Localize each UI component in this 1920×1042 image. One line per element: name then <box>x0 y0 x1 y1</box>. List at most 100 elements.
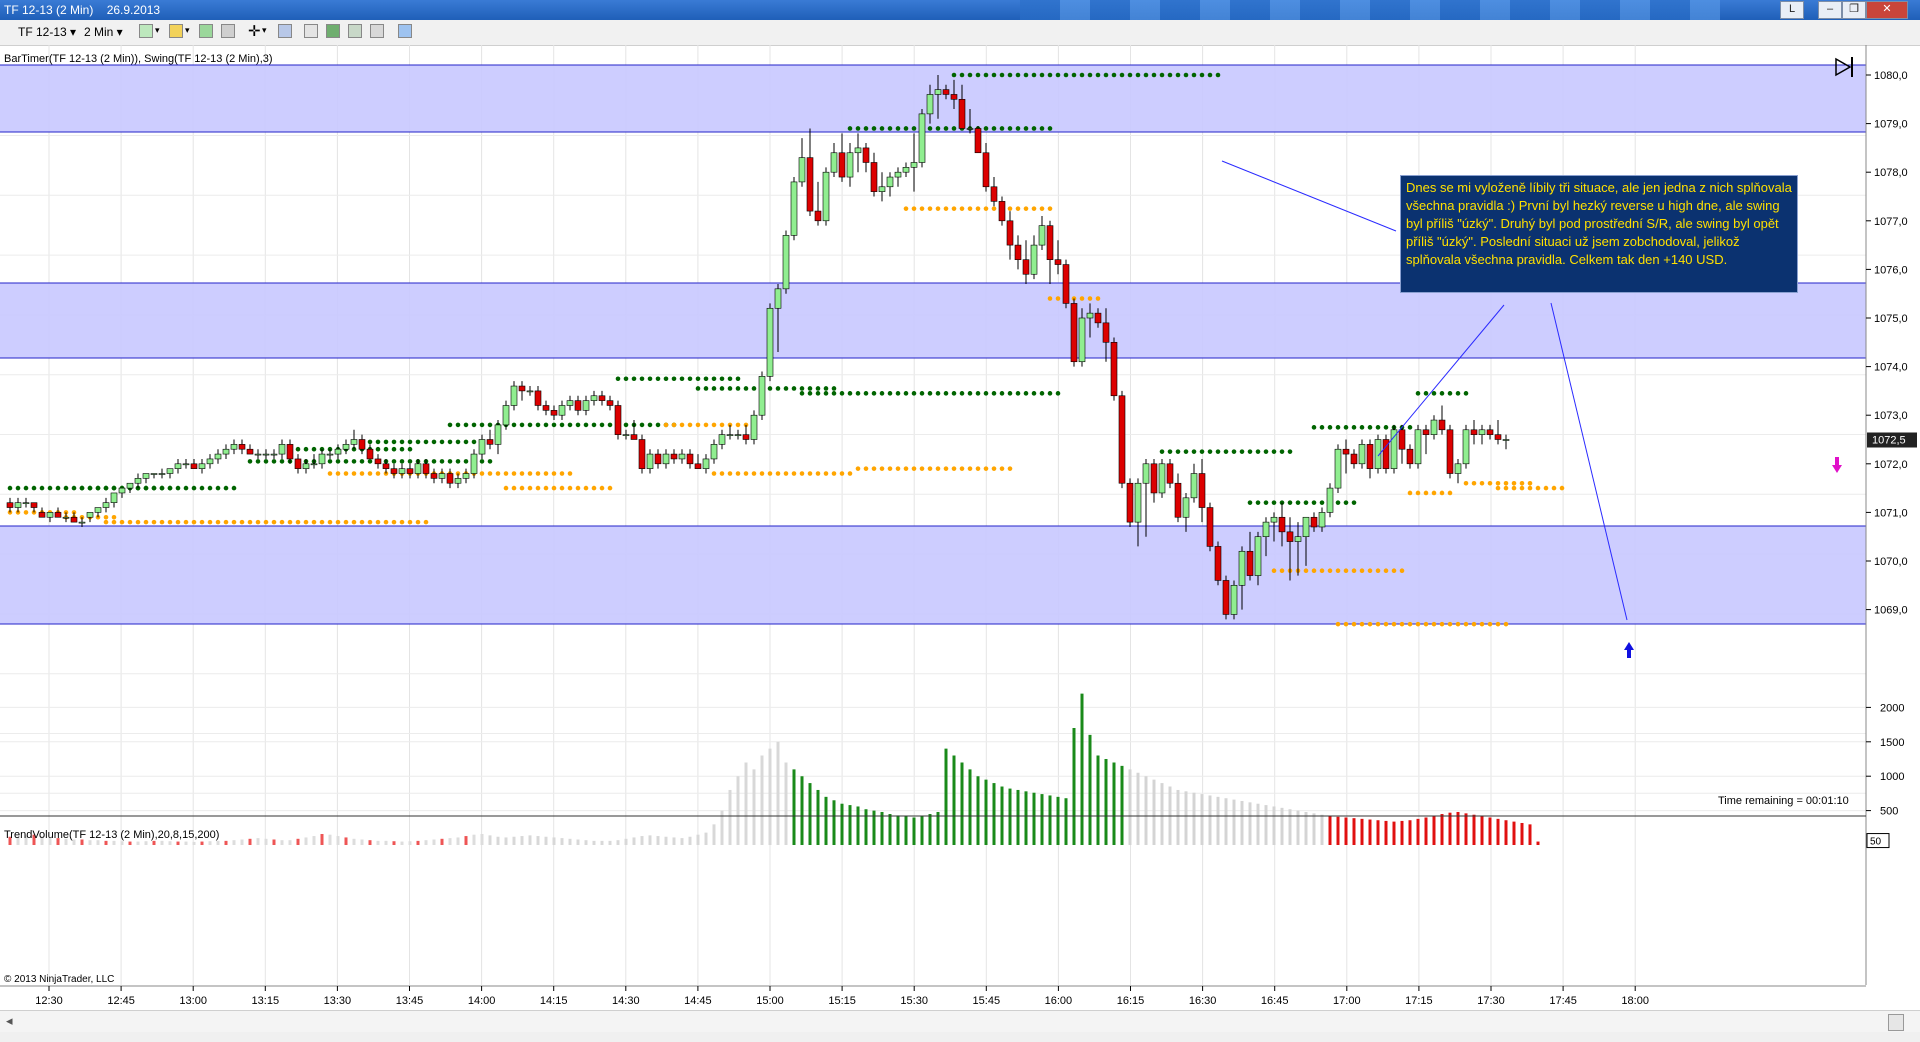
swing-high-dot <box>71 485 77 491</box>
data-box-icon[interactable] <box>326 24 340 38</box>
crosshair-icon[interactable]: ✛ <box>248 22 261 40</box>
time-tick-label: 14:15 <box>540 995 568 1007</box>
swing-low-dot <box>159 519 165 525</box>
up-candle <box>302 463 310 469</box>
swing-high-dot <box>1111 72 1117 78</box>
panels-icon[interactable] <box>398 24 412 38</box>
swing-low-dot <box>1447 621 1453 627</box>
down-candle <box>366 448 374 460</box>
swing-low-dot <box>1039 206 1045 211</box>
down-candle <box>422 463 430 474</box>
swing-low-dot <box>351 519 357 525</box>
swing-low-dot <box>343 519 349 525</box>
swing-high-dot <box>559 422 565 428</box>
swing-high-dot <box>439 459 445 464</box>
swing-high-dot <box>1423 391 1429 396</box>
up-candle <box>782 235 790 290</box>
time-tick-label: 18:00 <box>1621 995 1649 1007</box>
swing-low-dot <box>1399 568 1405 574</box>
up-candle <box>222 448 230 455</box>
sr-zone <box>0 526 1866 624</box>
swing-low-dot <box>807 471 813 476</box>
swing-high-dot <box>1255 449 1261 454</box>
templates-icon[interactable] <box>348 24 362 38</box>
add-indicator-icon[interactable] <box>199 24 213 38</box>
swing-high-dot <box>111 485 117 491</box>
zoom-icon[interactable] <box>278 24 292 38</box>
down-candle <box>1406 448 1414 465</box>
swing-low-dot <box>1463 621 1469 627</box>
swing-high-dot <box>1047 126 1053 131</box>
swing-low-dot <box>975 466 981 471</box>
time-tick-label: 13:30 <box>324 995 352 1007</box>
scroll-left-icon[interactable]: ◂ <box>6 1013 13 1029</box>
time-tick-label: 15:45 <box>973 995 1001 1007</box>
up-candle <box>398 468 406 474</box>
swing-high-dot <box>663 376 669 382</box>
crosshair-dropdown-icon[interactable]: ▾ <box>262 25 267 36</box>
down-candle <box>1422 429 1430 435</box>
swing-low-dot <box>1279 568 1285 574</box>
up-candle <box>198 463 206 469</box>
swing-low-dot <box>759 471 765 476</box>
bar-type-dropdown-icon[interactable]: ▾ <box>155 25 160 36</box>
restore-button[interactable]: ❐ <box>1842 1 1866 19</box>
interval-selector[interactable]: 2 Min ▾ <box>84 25 123 39</box>
properties-icon[interactable] <box>304 24 318 38</box>
swing-high-dot <box>815 386 821 391</box>
swing-high-dot <box>815 391 821 396</box>
link-button[interactable]: L <box>1780 1 1804 19</box>
down-candle <box>998 201 1006 222</box>
swing-low-dot <box>1007 466 1013 471</box>
instrument-selector-label: TF 12-13 <box>18 25 67 39</box>
swing-high-dot <box>983 126 989 131</box>
swing-high-dot <box>1319 500 1325 505</box>
drawing-tool-icon[interactable] <box>169 24 183 38</box>
swing-high-dot <box>167 485 173 491</box>
scroll-thumb[interactable] <box>1888 1014 1904 1031</box>
swing-low-dot <box>423 519 429 525</box>
swing-high-dot <box>79 485 85 491</box>
swing-high-dot <box>751 386 757 391</box>
horizontal-scrollbar[interactable]: ◂ <box>0 1010 1920 1033</box>
swing-high-dot <box>1279 449 1285 454</box>
swing-low-dot <box>319 519 325 525</box>
swing-low-dot <box>255 519 261 525</box>
swing-low-dot <box>935 206 941 211</box>
swing-low-dot <box>1447 490 1453 496</box>
swing-high-dot <box>1039 391 1045 396</box>
instrument-selector[interactable]: TF 12-13 ▾ <box>18 25 76 39</box>
swing-low-dot <box>1391 621 1397 627</box>
swing-low-dot <box>1335 621 1341 627</box>
swing-low-dot <box>1383 621 1389 627</box>
up-candle <box>454 478 462 484</box>
swing-high-dot <box>1127 72 1133 78</box>
swing-low-dot <box>959 206 965 211</box>
down-candle <box>1110 341 1118 397</box>
drawing-tool-dropdown-icon[interactable]: ▾ <box>185 25 190 36</box>
swing-high-dot <box>207 485 213 491</box>
swing-low-dot <box>367 519 373 525</box>
up-candle <box>134 478 142 484</box>
swing-high-dot <box>839 391 845 396</box>
swing-low-dot <box>767 471 773 476</box>
swing-high-dot <box>967 72 973 78</box>
minimize-button[interactable]: – <box>1818 1 1842 19</box>
swing-high-dot <box>1207 449 1213 454</box>
bar-type-icon[interactable] <box>139 24 153 38</box>
down-candle <box>430 473 438 479</box>
swing-low-dot <box>511 471 517 476</box>
close-button[interactable]: ✕ <box>1866 1 1908 19</box>
swing-high-dot <box>1367 425 1373 430</box>
down-candle <box>406 468 414 474</box>
swing-high-dot <box>391 439 397 445</box>
snapshot-icon[interactable] <box>370 24 384 38</box>
up-candle <box>878 186 886 192</box>
swing-low-dot <box>551 471 557 476</box>
down-candle <box>1102 322 1110 343</box>
up-candle <box>1134 482 1142 523</box>
time-tick-label: 16:15 <box>1117 995 1145 1007</box>
swing-high-dot <box>159 485 165 491</box>
swing-high-dot <box>863 126 869 131</box>
strategy-icon[interactable] <box>221 24 235 38</box>
